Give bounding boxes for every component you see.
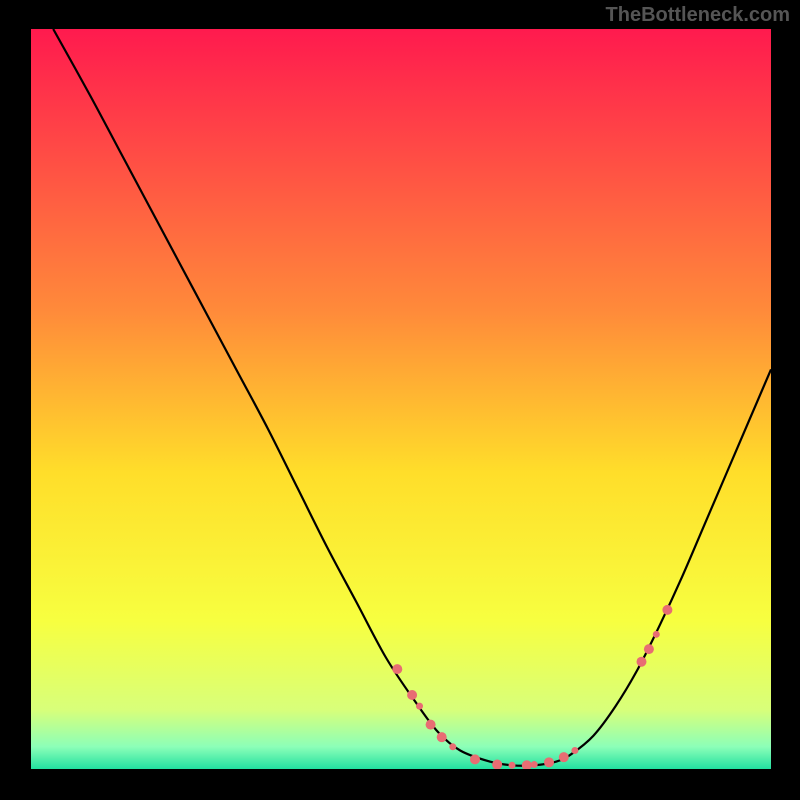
curve-marker (407, 690, 417, 700)
curve-marker (392, 664, 402, 674)
curve-marker (544, 757, 554, 767)
curve-marker (470, 754, 480, 764)
curve-marker (416, 703, 423, 710)
curve-marker (437, 732, 447, 742)
curve-marker (559, 752, 569, 762)
chart-svg (31, 29, 771, 769)
curve-marker (653, 631, 660, 638)
gradient-background (31, 29, 771, 769)
curve-marker (426, 720, 436, 730)
plot-area (31, 29, 771, 769)
curve-marker (531, 761, 538, 768)
curve-marker (571, 747, 578, 754)
curve-marker (662, 605, 672, 615)
curve-marker (449, 743, 456, 750)
curve-marker (637, 657, 647, 667)
chart-container: TheBottleneck.com (0, 0, 800, 800)
curve-marker (644, 644, 654, 654)
watermark: TheBottleneck.com (606, 4, 790, 27)
curve-marker (509, 762, 516, 769)
